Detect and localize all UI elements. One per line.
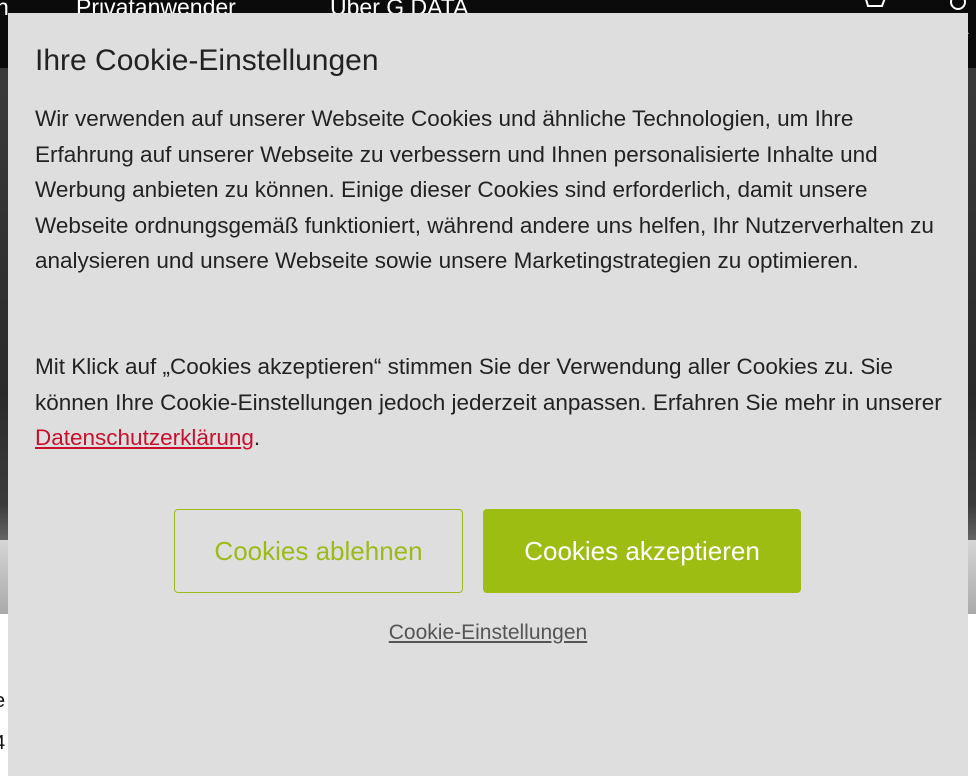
- consent-text-end: .: [253, 425, 261, 450]
- privacy-policy-link[interactable]: Datenschutzerklärung: [35, 425, 254, 450]
- consent-text: Mit Klick auf „Cookies akzeptieren“ stim…: [35, 354, 942, 415]
- partial-text: 4: [0, 732, 5, 755]
- cookie-dialog: Ihre Cookie-Einstellungen Wir verwenden …: [8, 13, 968, 776]
- cookie-settings-link[interactable]: Cookie-Einstellungen: [8, 621, 968, 645]
- cookie-consent-info: Mit Klick auf „Cookies akzeptieren“ stim…: [35, 349, 947, 456]
- decline-cookies-button[interactable]: Cookies ablehnen: [174, 509, 463, 593]
- cookie-description: Wir verwenden auf unserer Webseite Cooki…: [35, 106, 934, 273]
- partial-text: e: [0, 690, 5, 713]
- accept-cookies-button[interactable]: Cookies akzeptieren: [483, 509, 801, 593]
- dialog-title: Ihre Cookie-Einstellungen: [35, 44, 379, 77]
